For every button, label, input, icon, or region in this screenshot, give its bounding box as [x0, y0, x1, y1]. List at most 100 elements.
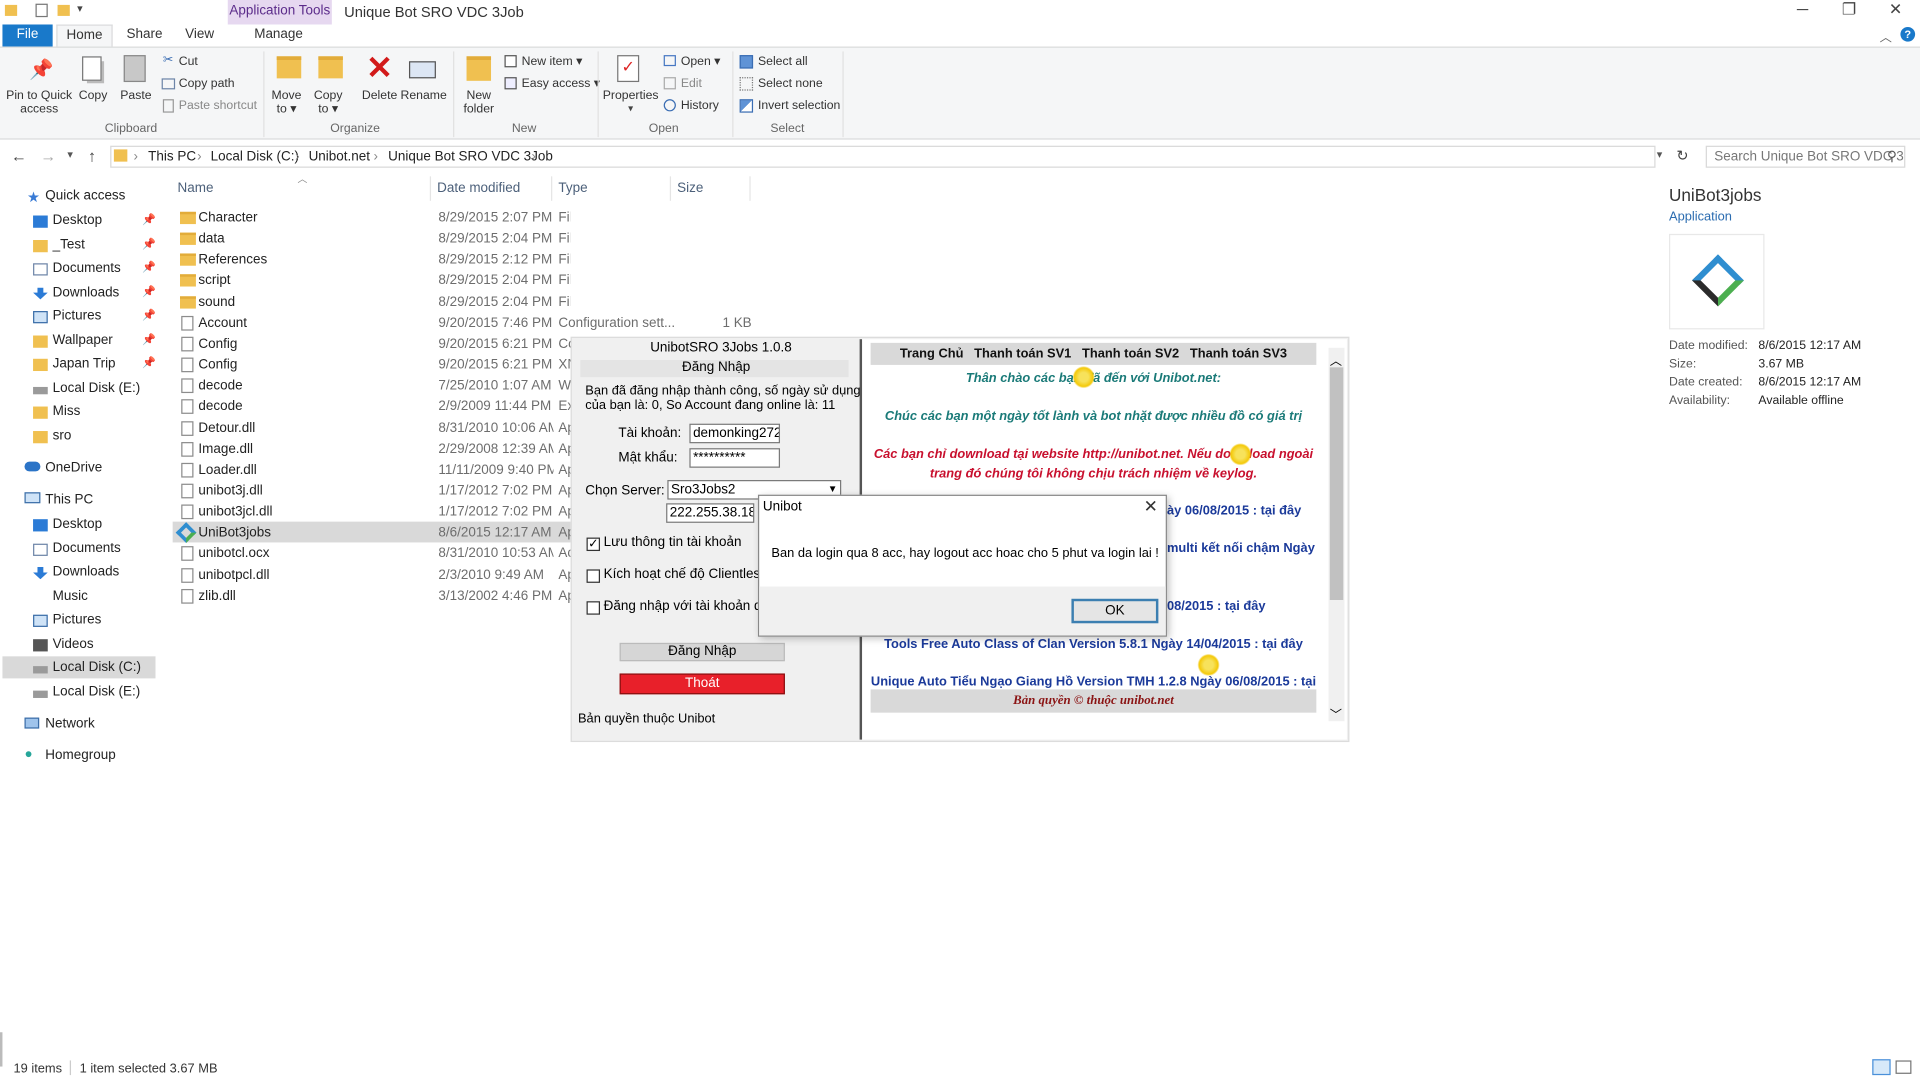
column-size[interactable]: Size [677, 181, 703, 196]
rename-button[interactable]: Rename [400, 89, 447, 102]
move-to-button[interactable]: Move to ▾ [267, 89, 306, 116]
invert-selection-button[interactable]: Invert selection [758, 99, 840, 112]
nav-pc-item[interactable]: Local Disk (E:) [53, 684, 141, 699]
forward-button[interactable]: → [40, 147, 56, 165]
nav-quick-item[interactable]: Miss [53, 404, 81, 419]
tab-home[interactable]: Home [56, 24, 113, 47]
web-news-b[interactable]: multi kết nối chậm Ngày [1167, 541, 1315, 556]
scroll-down-icon[interactable]: ﹀ [1330, 704, 1342, 722]
ip-input[interactable]: 222.255.38.189 [666, 503, 755, 523]
nav-onedrive[interactable]: OneDrive [45, 460, 102, 475]
web-news-c[interactable]: 08/2015 : tại đây [1167, 599, 1266, 614]
nav-quick-item[interactable]: sro [53, 428, 72, 443]
nav-quick-item[interactable]: Pictures [53, 309, 102, 324]
properties-dropdown-icon[interactable]: ▾ [628, 103, 633, 114]
dialog-ok-button[interactable]: OK [1071, 598, 1159, 624]
cut-button[interactable]: Cut [179, 55, 198, 68]
nav-quick-item[interactable]: Desktop [53, 213, 102, 228]
easy-access-button[interactable]: Easy access ▾ [522, 77, 600, 90]
nav-network[interactable]: Network [45, 716, 94, 731]
address-dropdown-icon[interactable]: ▾ [1657, 148, 1663, 161]
pin-to-quick-access-button[interactable]: Pin to Quick access [2, 89, 75, 116]
tab-file[interactable]: File [2, 24, 53, 47]
close-window-button[interactable]: ✕ [1875, 0, 1917, 22]
clientless-checkbox[interactable] [586, 569, 601, 583]
search-input[interactable]: Search Unique Bot SRO VDC 3... [1705, 145, 1906, 168]
web-nav-links[interactable]: Trang Chủ Thanh toán SV1 Thanh toán SV2 … [871, 347, 1317, 362]
copy-path-button[interactable]: Copy path [179, 77, 235, 90]
select-all-button[interactable]: Select all [758, 55, 808, 68]
nav-pc-item[interactable]: Videos [53, 636, 94, 651]
minimize-button[interactable]: ─ [1782, 0, 1824, 22]
breadcrumb-unibot-net[interactable]: Unibot.net [309, 149, 370, 164]
pin-icon[interactable]: 📌 [142, 237, 156, 250]
web-news-e[interactable]: Unique Auto Tiểu Ngạo Giang Hồ Version T… [871, 675, 1317, 690]
up-button[interactable]: ↑ [88, 147, 96, 165]
nav-quick-item[interactable]: Wallpaper [53, 332, 113, 347]
web-news-d[interactable]: Tools Free Auto Class of Clan Version 5.… [871, 637, 1317, 652]
pin-icon[interactable]: 📌 [142, 332, 156, 345]
pin-icon[interactable]: 📌 [142, 309, 156, 322]
nav-quick-item[interactable]: Local Disk (E:) [53, 380, 141, 395]
properties-qat-icon[interactable] [35, 3, 48, 18]
delete-button[interactable]: Delete [359, 89, 401, 102]
breadcrumb-local-disk-c[interactable]: Local Disk (C:) [211, 149, 299, 164]
dialog-close-icon[interactable]: ✕ [1144, 496, 1158, 517]
bot-exit-button[interactable]: Thoát [619, 673, 785, 695]
account-input[interactable]: demonking272 [689, 423, 781, 444]
help-icon[interactable]: ? [1900, 26, 1916, 42]
open-button[interactable]: Open ▾ [681, 55, 721, 68]
copy-to-button[interactable]: Copy to ▾ [309, 89, 348, 116]
pin-icon[interactable]: 📌 [142, 356, 156, 369]
scroll-up-icon[interactable]: ︿ [1330, 350, 1342, 368]
password-input[interactable]: ********** [689, 448, 781, 468]
collapse-ribbon-icon[interactable]: ︿ [1880, 27, 1892, 45]
select-none-button[interactable]: Select none [758, 77, 823, 90]
nav-pc-item[interactable]: Music [53, 588, 88, 603]
pin-icon[interactable]: 📌 [142, 261, 156, 274]
new-folder-button[interactable]: New folder [458, 89, 500, 116]
tab-manage[interactable]: Manage [245, 24, 312, 46]
details-view-icon[interactable] [1872, 1059, 1891, 1076]
nav-quick-access[interactable]: Quick access [45, 189, 125, 204]
bot-login-button[interactable]: Đăng Nhập [619, 642, 785, 662]
edit-button[interactable]: Edit [681, 77, 702, 90]
refresh-icon[interactable]: ↻ [1676, 147, 1688, 164]
pin-icon[interactable]: 📌 [142, 285, 156, 298]
pin-icon[interactable]: 📌 [142, 213, 156, 226]
maximize-button[interactable]: ❐ [1828, 0, 1870, 22]
qat-dropdown-icon[interactable]: ▾ [77, 2, 83, 15]
nav-pc-item[interactable]: Desktop [53, 517, 102, 532]
web-news-a[interactable]: ày 06/08/2015 : tại đây [1167, 503, 1301, 518]
column-date-modified[interactable]: Date modified [437, 181, 520, 196]
nav-quick-item[interactable]: Documents [53, 261, 121, 276]
nav-pc-item[interactable]: Downloads [53, 564, 120, 579]
nav-quick-item[interactable]: Downloads [53, 285, 120, 300]
breadcrumb-this-pc[interactable]: This PC [148, 149, 196, 164]
back-button[interactable]: ← [11, 147, 27, 165]
nav-quick-item[interactable]: _Test [53, 237, 85, 252]
nav-pc-item[interactable]: Pictures [53, 612, 102, 627]
breadcrumb-current-folder[interactable]: Unique Bot SRO VDC 3Job [388, 149, 553, 164]
column-name[interactable]: Name [178, 181, 214, 196]
properties-button[interactable]: Properties [602, 89, 659, 102]
paste-shortcut-button[interactable]: Paste shortcut [179, 99, 257, 112]
copy-button[interactable]: Copy [73, 89, 112, 102]
new-folder-qat-icon[interactable] [57, 4, 70, 16]
web-scroll-thumb[interactable] [1329, 367, 1344, 601]
paste-button[interactable]: Paste [116, 89, 155, 102]
nav-quick-item[interactable]: Japan Trip [53, 356, 116, 371]
large-icons-view-icon[interactable] [1895, 1060, 1912, 1074]
nav-pc-item[interactable]: Local Disk (C:) [53, 660, 141, 675]
recent-locations-icon[interactable]: ▾ [67, 148, 73, 161]
server-dropdown-icon[interactable]: ▼ [828, 484, 838, 495]
new-item-button[interactable]: New item ▾ [522, 55, 583, 68]
column-type[interactable]: Type [558, 181, 587, 196]
nav-this-pc[interactable]: This PC [45, 492, 93, 507]
save-account-checkbox[interactable]: ✓ [586, 537, 601, 552]
tab-view[interactable]: View [178, 24, 222, 46]
login-with-checkbox[interactable] [586, 601, 601, 615]
tab-share[interactable]: Share [120, 24, 169, 46]
nav-pc-item[interactable]: Documents [53, 541, 121, 556]
nav-homegroup[interactable]: Homegroup [45, 748, 115, 763]
